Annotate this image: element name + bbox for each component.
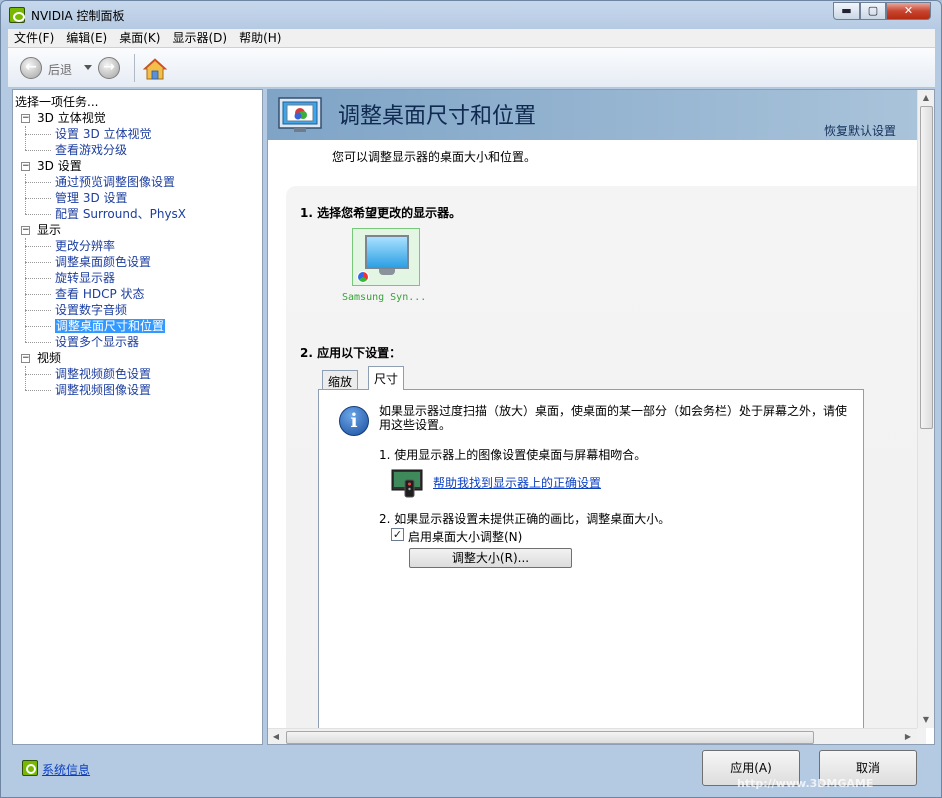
task-panel-header: 选择一项任务... [15, 95, 99, 109]
toolbar: ← 后退 → [8, 48, 935, 88]
vertical-scrollbar[interactable]: ▲ ▼ [917, 90, 934, 728]
tree-item-multiple-displays[interactable]: 设置多个显示器 [13, 334, 262, 350]
page-description: 您可以调整显示器的桌面大小和位置。 [332, 150, 537, 164]
horizontal-scroll-thumb[interactable] [286, 731, 814, 744]
tree-category-3d-settings[interactable]: −3D 设置 [13, 158, 262, 174]
page-title: 调整桌面尺寸和位置 [338, 104, 537, 129]
nvidia-badge-icon [357, 271, 369, 283]
tree-category-video[interactable]: − 视频 [13, 350, 262, 366]
tree-item-game-ratings[interactable]: 查看游戏分级 [13, 142, 262, 158]
tab-size[interactable]: 尺寸 [368, 366, 405, 390]
substep1-text: 1. 使用显示器上的图像设置使桌面与屏幕相吻合。 [379, 448, 647, 462]
toolbar-divider [134, 54, 135, 82]
watermark-text: http://www.3DMGAME [737, 777, 874, 790]
system-info-icon[interactable] [22, 760, 38, 776]
home-icon[interactable] [142, 56, 168, 82]
enable-resize-checkbox[interactable]: ✓ [391, 528, 404, 541]
settings-area: 1. 选择您希望更改的显示器。 Samsung Syn... 2. 应用以下设置… [286, 186, 926, 744]
scroll-left-icon[interactable]: ◀ [268, 729, 284, 744]
task-tree: −3D 立体视觉 设置 3D 立体视觉 查看游戏分级 −3D 设置 通过预览调整… [13, 110, 262, 398]
overscan-info-text: 如果显示器过度扫描（放大）桌面，使桌面的某一部分（如会务栏）处于屏幕之外，请使用… [379, 404, 848, 432]
close-button[interactable]: ✕ [886, 2, 931, 20]
tree-item-desktop-color[interactable]: 调整桌面颜色设置 [13, 254, 262, 270]
resize-button[interactable]: 调整大小(R)... [409, 548, 572, 568]
forward-arrow-icon[interactable]: → [98, 57, 120, 79]
vertical-scroll-thumb[interactable] [920, 106, 933, 429]
tree-category-display[interactable]: − 显示 [13, 222, 262, 238]
page-banner: 调整桌面尺寸和位置 恢复默认设置 [268, 90, 917, 140]
tree-item-hdcp-status[interactable]: 查看 HDCP 状态 [13, 286, 262, 302]
tree-item-video-image[interactable]: 调整视频图像设置 [13, 382, 262, 398]
menu-help[interactable]: 帮助(H) [233, 29, 287, 46]
scroll-down-icon[interactable]: ▼ [918, 712, 934, 728]
app-window: NVIDIA 控制面板 ▬ ▢ ✕ 文件(F) 编辑(E) 桌面(K) 显示器(D) 帮… [0, 0, 942, 798]
minimize-button[interactable]: ▬ [833, 2, 860, 20]
info-icon: i [339, 406, 369, 436]
step2-heading: 2. 应用以下设置： [300, 346, 402, 360]
step1-heading: 1. 选择您希望更改的显示器。 [300, 206, 462, 220]
substep2-text: 2. 如果显示器设置未提供正确的画比，调整桌面大小。 [379, 512, 671, 526]
menu-desktop[interactable]: 桌面(K) [113, 29, 166, 46]
tree-item-video-color[interactable]: 调整视频颜色设置 [13, 366, 262, 382]
menu-file[interactable]: 文件(F) [8, 29, 60, 46]
enable-resize-label[interactable]: 启用桌面大小调整(N) [408, 528, 522, 545]
task-tree-panel: 选择一项任务... −3D 立体视觉 设置 3D 立体视觉 查看游戏分级 −3D… [12, 89, 263, 745]
monitor-settings-icon [391, 469, 423, 498]
monitor-stand [379, 269, 395, 275]
collapse-icon[interactable]: − [21, 114, 30, 123]
restore-defaults-link[interactable]: 恢复默认设置 [824, 122, 896, 139]
menu-bar: 文件(F) 编辑(E) 桌面(K) 显示器(D) 帮助(H) [8, 29, 935, 48]
tree-item-desktop-size-position[interactable]: 调整桌面尺寸和位置 [13, 318, 262, 334]
tab-scaling[interactable]: 缩放 [322, 370, 359, 389]
collapse-icon[interactable]: − [21, 162, 30, 171]
tree-item-manage-3d[interactable]: 管理 3D 设置 [13, 190, 262, 206]
tree-category-stereo[interactable]: −3D 立体视觉 [13, 110, 262, 126]
menu-display[interactable]: 显示器(D) [166, 29, 233, 46]
scroll-right-icon[interactable]: ▶ [900, 729, 916, 744]
horizontal-scrollbar[interactable]: ◀ ▶ [268, 728, 917, 744]
title-bar: NVIDIA 控制面板 ▬ ▢ ✕ [1, 1, 941, 29]
window-title: NVIDIA 控制面板 [31, 9, 125, 23]
system-info-link[interactable]: 系统信息 [42, 761, 90, 778]
tree-item-digital-audio[interactable]: 设置数字音频 [13, 302, 262, 318]
back-arrow-icon[interactable]: ← [20, 57, 42, 79]
maximize-button[interactable]: ▢ [860, 2, 886, 20]
nvidia-app-icon [9, 7, 25, 23]
monitor-selector[interactable] [352, 228, 420, 286]
back-label[interactable]: 后退 [48, 61, 72, 78]
monitor-icon [365, 235, 409, 269]
scroll-up-icon[interactable]: ▲ [918, 90, 934, 106]
tree-item-set-stereo[interactable]: 设置 3D 立体视觉 [13, 126, 262, 142]
menu-edit[interactable]: 编辑(E) [60, 29, 113, 46]
tree-item-preview-image[interactable]: 通过预览调整图像设置 [13, 174, 262, 190]
content-panel: 调整桌面尺寸和位置 恢复默认设置 您可以调整显示器的桌面大小和位置。 1. 选择… [267, 89, 935, 745]
tree-item-surround-physx[interactable]: 配置 Surround、PhysX [13, 206, 262, 222]
history-dropdown-icon[interactable] [84, 65, 92, 70]
tree-item-rotate-display[interactable]: 旋转显示器 [13, 270, 262, 286]
help-find-settings-link[interactable]: 帮助我找到显示器上的正确设置 [433, 474, 601, 491]
size-tab-panel: i 如果显示器过度扫描（放大）桌面，使桌面的某一部分（如会务栏）处于屏幕之外，请… [318, 389, 864, 729]
collapse-icon[interactable]: − [21, 354, 30, 363]
monitor-name-label[interactable]: Samsung Syn... [342, 292, 426, 303]
desktop-size-icon [278, 97, 322, 132]
collapse-icon[interactable]: − [21, 226, 30, 235]
tree-item-change-resolution[interactable]: 更改分辨率 [13, 238, 262, 254]
